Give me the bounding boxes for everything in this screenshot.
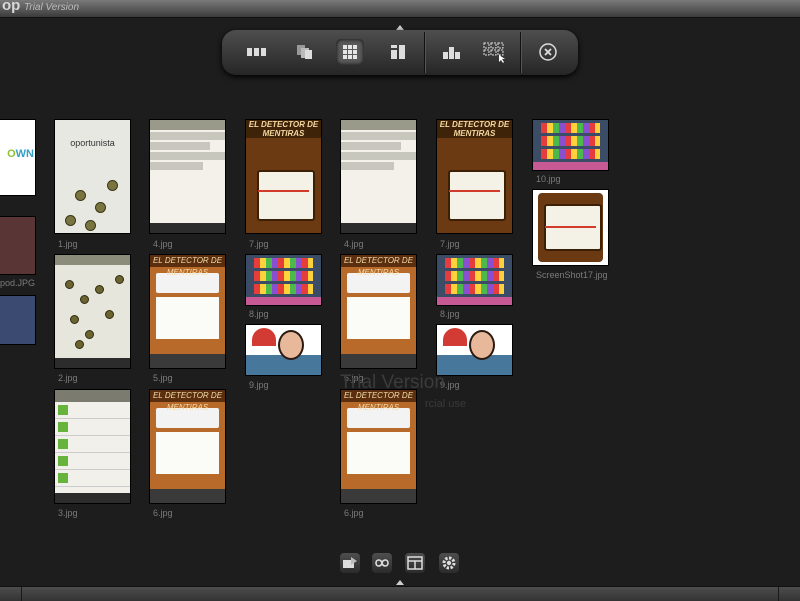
slideshow-button[interactable] [340, 553, 360, 573]
thumbnail-caption: 7.jpg [249, 239, 269, 249]
mosaic-icon [391, 45, 405, 59]
thumbnail-9[interactable] [246, 325, 321, 375]
thumbnail-caption: 10.jpg [536, 174, 561, 184]
thumbnail-edge-game[interactable] [0, 296, 35, 344]
thumbnail-caption: 2.jpg [58, 373, 78, 383]
app-logo: op [2, 0, 21, 14]
link-button[interactable] [372, 553, 392, 573]
thumbnail-6[interactable]: EL DETECTOR DE MENTIRAS [150, 390, 225, 503]
thumbnail-screenshot17[interactable] [533, 190, 608, 265]
thumbnail-caption: 8.jpg [249, 309, 269, 319]
thumbnail-edge-photo[interactable] [0, 217, 35, 274]
thumbnail-3[interactable] [55, 390, 130, 503]
trial-watermark-subtext: rcial use [425, 398, 466, 410]
trial-watermark: Trial Version [340, 372, 445, 393]
thumbnail-caption: 5.jpg [153, 373, 173, 383]
thumbnail-caption: 9.jpg [249, 380, 269, 390]
cluster-view-button[interactable] [438, 39, 466, 65]
toolbar-separator [424, 32, 426, 73]
dotted-grid-icon [483, 42, 505, 63]
detector-banner: EL DETECTOR DE MENTIRAS [341, 255, 416, 277]
thumbnail-2[interactable] [55, 255, 130, 368]
layout-icon [407, 556, 423, 570]
thumbnail-edge-logo[interactable]: OWN [0, 120, 35, 195]
thumbnail-8-copy[interactable] [437, 255, 512, 305]
link-icon [375, 559, 389, 567]
grid-icon [343, 45, 357, 59]
stack-icon [297, 45, 312, 59]
thumbnail-7-copy[interactable]: EL DETECTOR DE MENTIRAS [437, 120, 512, 233]
stack-view-button[interactable] [291, 39, 319, 65]
edge-brand-text: OWN [7, 148, 34, 160]
thumbnail-5[interactable]: EL DETECTOR DE MENTIRAS [150, 255, 225, 368]
thumbnail-4[interactable] [150, 120, 225, 233]
row-view-button[interactable] [243, 39, 271, 65]
thumbnail-caption: 8.jpg [440, 309, 460, 319]
thumbnail-caption: 4.jpg [153, 239, 173, 249]
toolbar-separator [520, 32, 522, 73]
thumbnail-caption: 1.jpg [58, 239, 78, 249]
thumbnail-9-copy[interactable] [437, 325, 512, 375]
status-bar [0, 586, 800, 601]
thumbnail-6-copy[interactable]: EL DETECTOR DE MENTIRAS [341, 390, 416, 503]
thumbnail-8[interactable] [246, 255, 321, 305]
slideshow-icon [343, 557, 357, 568]
detector-title: EL DETECTOR DE MENTIRAS [246, 120, 321, 138]
thumbnail-5-copy[interactable]: EL DETECTOR DE MENTIRAS [341, 255, 416, 368]
thumbnail-caption: 7.jpg [440, 239, 460, 249]
cluster-icon [443, 47, 460, 59]
detector-title: EL DETECTOR DE MENTIRAS [437, 120, 512, 138]
thumbnail-10[interactable] [533, 120, 608, 170]
title-bar: op Trial Version [0, 0, 800, 18]
close-icon [539, 43, 557, 61]
thumbnail-caption: 6.jpg [153, 508, 173, 518]
close-button[interactable] [534, 39, 562, 65]
selection-grid-view-button[interactable] [480, 39, 508, 65]
window-title: Trial Version [24, 2, 80, 13]
detector-banner: EL DETECTOR DE MENTIRAS [150, 255, 225, 277]
thumbnail-7[interactable]: EL DETECTOR DE MENTIRAS [246, 120, 321, 233]
status-divider [21, 587, 22, 601]
thumbnail-caption: 3.jpg [58, 508, 78, 518]
grid-view-button[interactable] [336, 39, 364, 65]
thumbnail-caption: 4.jpg [344, 239, 364, 249]
thumbnail-4-copy[interactable] [341, 120, 416, 233]
three-columns-icon [247, 48, 266, 56]
thumbnail-caption: ScreenShot17.jpg [536, 270, 608, 280]
thumbnail-1[interactable]: oportunista [55, 120, 130, 233]
settings-gear-icon [442, 556, 456, 570]
bottom-toggle-arrow[interactable] [396, 580, 404, 585]
layout-button[interactable] [405, 553, 425, 573]
settings-button[interactable] [439, 553, 459, 573]
detector-banner: EL DETECTOR DE MENTIRAS [150, 390, 225, 412]
thumbnail-caption: 6.jpg [344, 508, 364, 518]
mosaic-view-button[interactable] [384, 39, 412, 65]
thumbnail-caption: pod.JPG [0, 278, 36, 288]
view-toolbar [222, 30, 578, 75]
status-divider [778, 587, 779, 601]
oportunista-brand: oportunista [70, 138, 115, 148]
